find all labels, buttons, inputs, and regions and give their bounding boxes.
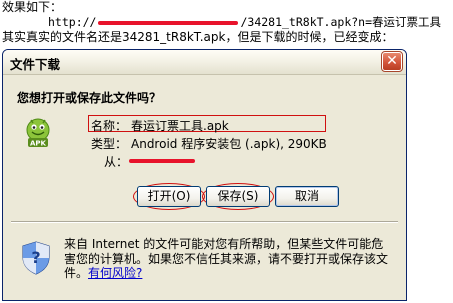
risk-link[interactable]: 有何风险? [88, 266, 142, 280]
svg-text:APK: APK [30, 140, 47, 148]
cancel-button[interactable]: 取消 [275, 186, 339, 207]
from-label: 从： [104, 155, 129, 169]
file-download-dialog: 文件下载 ✕ 您想打开或保存此文件吗？ APK 名称： 春运订票工具.apk 类… [2, 49, 407, 301]
source-redaction-mark [129, 159, 195, 163]
save-button[interactable]: 保存(S) [206, 186, 270, 207]
svg-text:?: ? [31, 248, 40, 267]
close-icon: ✕ [386, 53, 398, 69]
name-label: 名称： [91, 119, 128, 133]
url-suffix: /34281_tR8kT.apk?n=春运订票工具 [240, 15, 442, 29]
name-value: 春运订票工具.apk [131, 119, 229, 133]
android-apk-icon: APK [26, 118, 50, 148]
separator [11, 221, 398, 223]
intro-url-line: http:// /34281_tR8kT.apk?n=春运订票工具 [48, 15, 441, 29]
dialog-titlebar[interactable]: 文件下载 ✕ [3, 50, 406, 75]
dialog-title: 文件下载 [10, 57, 61, 72]
url-prefix: http:// [48, 15, 97, 29]
type-value: Android 程序安装包 (.apk), 290KB [131, 137, 327, 151]
type-label: 类型： [91, 137, 128, 151]
warning-text: 来自 Internet 的文件可能对您有所帮助，但某些文件可能危害您的计算机。如… [64, 237, 394, 281]
open-button[interactable]: 打开(O) [137, 186, 201, 207]
intro-line-1: 效果如下： [2, 0, 63, 14]
url-redaction-mark [98, 20, 239, 25]
intro-line-3: 其实真实的文件名还是34281_tR8kT.apk，但是下载的时候，已经变成： [2, 30, 394, 44]
close-button[interactable]: ✕ [381, 51, 403, 72]
security-shield-icon: ? [22, 241, 50, 275]
download-question: 您想打开或保存此文件吗？ [17, 91, 162, 105]
